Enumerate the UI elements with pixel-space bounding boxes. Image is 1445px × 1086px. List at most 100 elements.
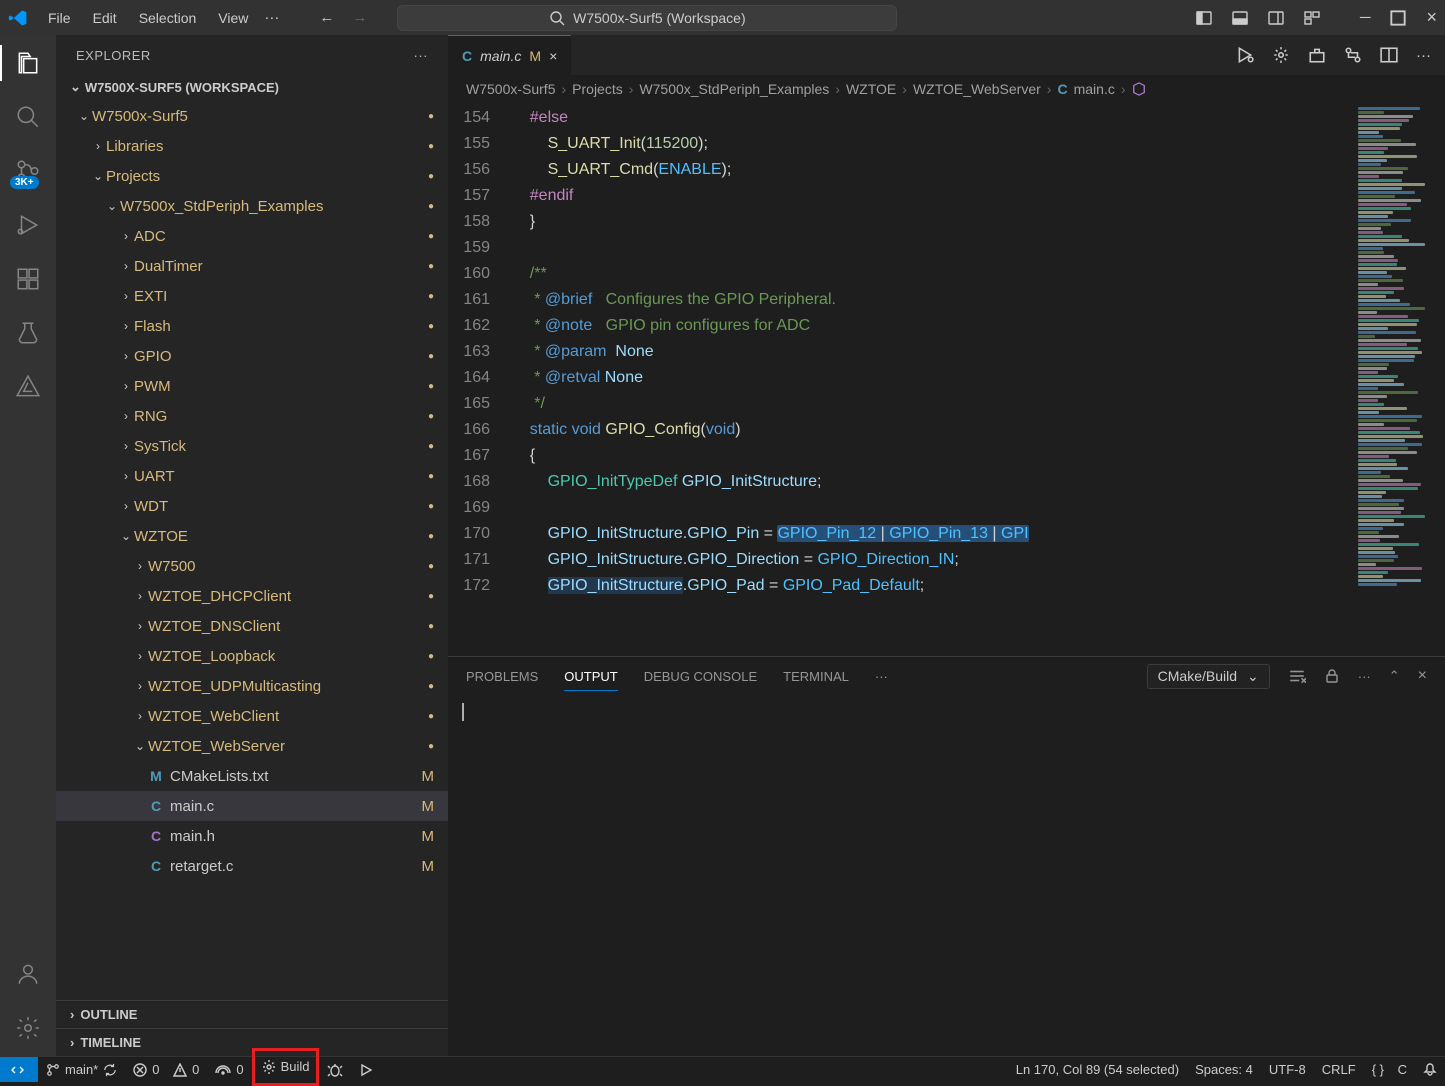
folder-item[interactable]: ⌄WZTOE <box>56 521 448 551</box>
folder-item[interactable]: ›WDT <box>56 491 448 521</box>
tab-close-icon[interactable]: × <box>549 48 557 64</box>
encoding[interactable]: UTF-8 <box>1261 1062 1314 1077</box>
folder-item[interactable]: ⌄W7500x_StdPeriph_Examples <box>56 191 448 221</box>
file-item[interactable]: Cretarget.c <box>56 851 448 881</box>
testing-icon[interactable] <box>14 319 42 347</box>
folder-item[interactable]: ›W7500 <box>56 551 448 581</box>
remote-button[interactable] <box>0 1057 38 1082</box>
folder-item[interactable]: ›DualTimer <box>56 251 448 281</box>
gear-icon[interactable] <box>1272 46 1290 64</box>
folder-item[interactable]: ›ADC <box>56 221 448 251</box>
folder-item[interactable]: ›PWM <box>56 371 448 401</box>
folder-item[interactable]: ›WZTOE_DHCPClient <box>56 581 448 611</box>
file-item[interactable]: Cmain.h <box>56 821 448 851</box>
scm-badge: 3K+ <box>10 176 39 189</box>
run-dropdown-icon[interactable] <box>1236 46 1254 64</box>
folder-item[interactable]: ›EXTI <box>56 281 448 311</box>
layout-panel-left-icon[interactable] <box>1196 10 1212 26</box>
folder-item[interactable]: ›GPIO <box>56 341 448 371</box>
close-icon[interactable]: × <box>1426 7 1437 28</box>
panel-tab-terminal[interactable]: TERMINAL <box>783 669 849 684</box>
accounts-icon[interactable] <box>14 960 42 988</box>
folder-item[interactable]: ⌄WZTOE_WebServer <box>56 731 448 761</box>
folder-item[interactable]: ›WZTOE_WebClient <box>56 701 448 731</box>
folder-item[interactable]: ⌄Projects <box>56 161 448 191</box>
menu-overflow-icon[interactable]: ··· <box>264 9 279 26</box>
split-editor-icon[interactable] <box>1380 46 1398 64</box>
file-item[interactable]: MCMakeLists.txt <box>56 761 448 791</box>
menu-file[interactable]: File <box>38 6 81 30</box>
minimap[interactable] <box>1355 103 1445 656</box>
menu-bar: File Edit Selection View <box>38 6 258 30</box>
panel-maximize-icon[interactable]: ⌃ <box>1389 668 1400 684</box>
git-branch[interactable]: main* <box>38 1057 125 1082</box>
menu-selection[interactable]: Selection <box>129 6 207 30</box>
folder-item[interactable]: ›UART <box>56 461 448 491</box>
panel-tab-debug[interactable]: DEBUG CONSOLE <box>644 669 757 684</box>
panel-close-icon[interactable]: × <box>1418 667 1427 685</box>
indentation[interactable]: Spaces: 4 <box>1187 1062 1261 1077</box>
folder-item[interactable]: ›Libraries <box>56 131 448 161</box>
editor-more-icon[interactable]: ··· <box>1416 47 1431 64</box>
build-button[interactable]: Build <box>252 1048 319 1086</box>
panel-more-icon[interactable]: ··· <box>875 669 888 684</box>
panel-tab-output[interactable]: OUTPUT <box>564 669 617 691</box>
menu-edit[interactable]: Edit <box>83 6 127 30</box>
layout-panel-bottom-icon[interactable] <box>1232 10 1248 26</box>
folder-item[interactable]: ›WZTOE_DNSClient <box>56 611 448 641</box>
run-debug-icon[interactable] <box>14 211 42 239</box>
notifications-icon[interactable] <box>1415 1062 1445 1076</box>
customize-layout-icon[interactable] <box>1304 10 1320 26</box>
nav-forward-icon[interactable]: → <box>352 9 367 26</box>
tab-main-c[interactable]: C main.c M × <box>448 35 571 75</box>
settings-gear-icon[interactable] <box>14 1014 42 1042</box>
menu-view[interactable]: View <box>208 6 258 30</box>
maximize-icon[interactable] <box>1390 10 1406 26</box>
tab-modified-badge: M <box>529 48 541 64</box>
outline-section[interactable]: ›OUTLINE <box>56 1000 448 1028</box>
title-bar: File Edit Selection View ··· ← → W7500x-… <box>0 0 1445 35</box>
file-item[interactable]: Cmain.c <box>56 791 448 821</box>
nav-back-icon[interactable]: ← <box>319 9 334 26</box>
layout-panel-right-icon[interactable] <box>1268 10 1284 26</box>
debug-target-icon[interactable] <box>319 1057 351 1082</box>
lock-scroll-icon[interactable] <box>1324 668 1340 684</box>
clear-output-icon[interactable] <box>1288 667 1306 685</box>
panel-overflow-icon[interactable]: ··· <box>1358 669 1371 684</box>
sync-icon[interactable] <box>103 1063 117 1077</box>
output-body[interactable] <box>448 695 1445 1056</box>
command-center[interactable]: W7500x-Surf5 (Workspace) <box>397 5 897 31</box>
explorer-icon[interactable] <box>14 49 42 77</box>
command-center-label: W7500x-Surf5 (Workspace) <box>573 10 745 26</box>
file-tree: ⌄W7500x-Surf5›Libraries⌄Projects⌄W7500x_… <box>56 99 448 1000</box>
code-editor[interactable]: 1541551561571581591601611621631641651661… <box>448 103 1445 656</box>
folder-item[interactable]: ›Flash <box>56 311 448 341</box>
folder-item[interactable]: ›RNG <box>56 401 448 431</box>
folder-item[interactable]: ⌄W7500x-Surf5 <box>56 101 448 131</box>
build-icon[interactable] <box>1308 46 1326 64</box>
extensions-icon[interactable] <box>14 265 42 293</box>
panel-tab-problems[interactable]: PROBLEMS <box>466 669 538 684</box>
cmake-icon[interactable] <box>14 373 42 401</box>
sidebar: EXPLORER ··· ⌄W7500X-SURF5 (WORKSPACE) ⌄… <box>56 35 448 1056</box>
problems-status[interactable]: 0 0 <box>125 1057 207 1082</box>
output-channel-dropdown[interactable]: CMake/Build⌄ <box>1147 664 1270 689</box>
folder-item[interactable]: ›SysTick <box>56 431 448 461</box>
language-mode[interactable]: { } C <box>1364 1062 1415 1077</box>
search-icon[interactable] <box>14 103 42 131</box>
eol[interactable]: CRLF <box>1314 1062 1364 1077</box>
run-icon[interactable] <box>351 1057 381 1082</box>
symbol-icon <box>1132 82 1146 96</box>
folder-item[interactable]: ›WZTOE_UDPMulticasting <box>56 671 448 701</box>
source-control-icon[interactable]: 3K+ <box>14 157 42 185</box>
ports-status[interactable]: 0 <box>207 1057 251 1082</box>
folder-item[interactable]: ›WZTOE_Loopback <box>56 641 448 671</box>
breadcrumb[interactable]: W7500x-Surf5› Projects› W7500x_StdPeriph… <box>448 75 1445 103</box>
vscode-logo-icon <box>8 8 28 28</box>
minimize-icon[interactable]: ─ <box>1360 9 1371 26</box>
cursor-position[interactable]: Ln 170, Col 89 (54 selected) <box>1008 1062 1187 1077</box>
sidebar-more-icon[interactable]: ··· <box>414 48 429 63</box>
git-compare-icon[interactable] <box>1344 46 1362 64</box>
editor-tabs: C main.c M × ··· <box>448 35 1445 75</box>
workspace-header[interactable]: ⌄W7500X-SURF5 (WORKSPACE) <box>56 75 448 99</box>
